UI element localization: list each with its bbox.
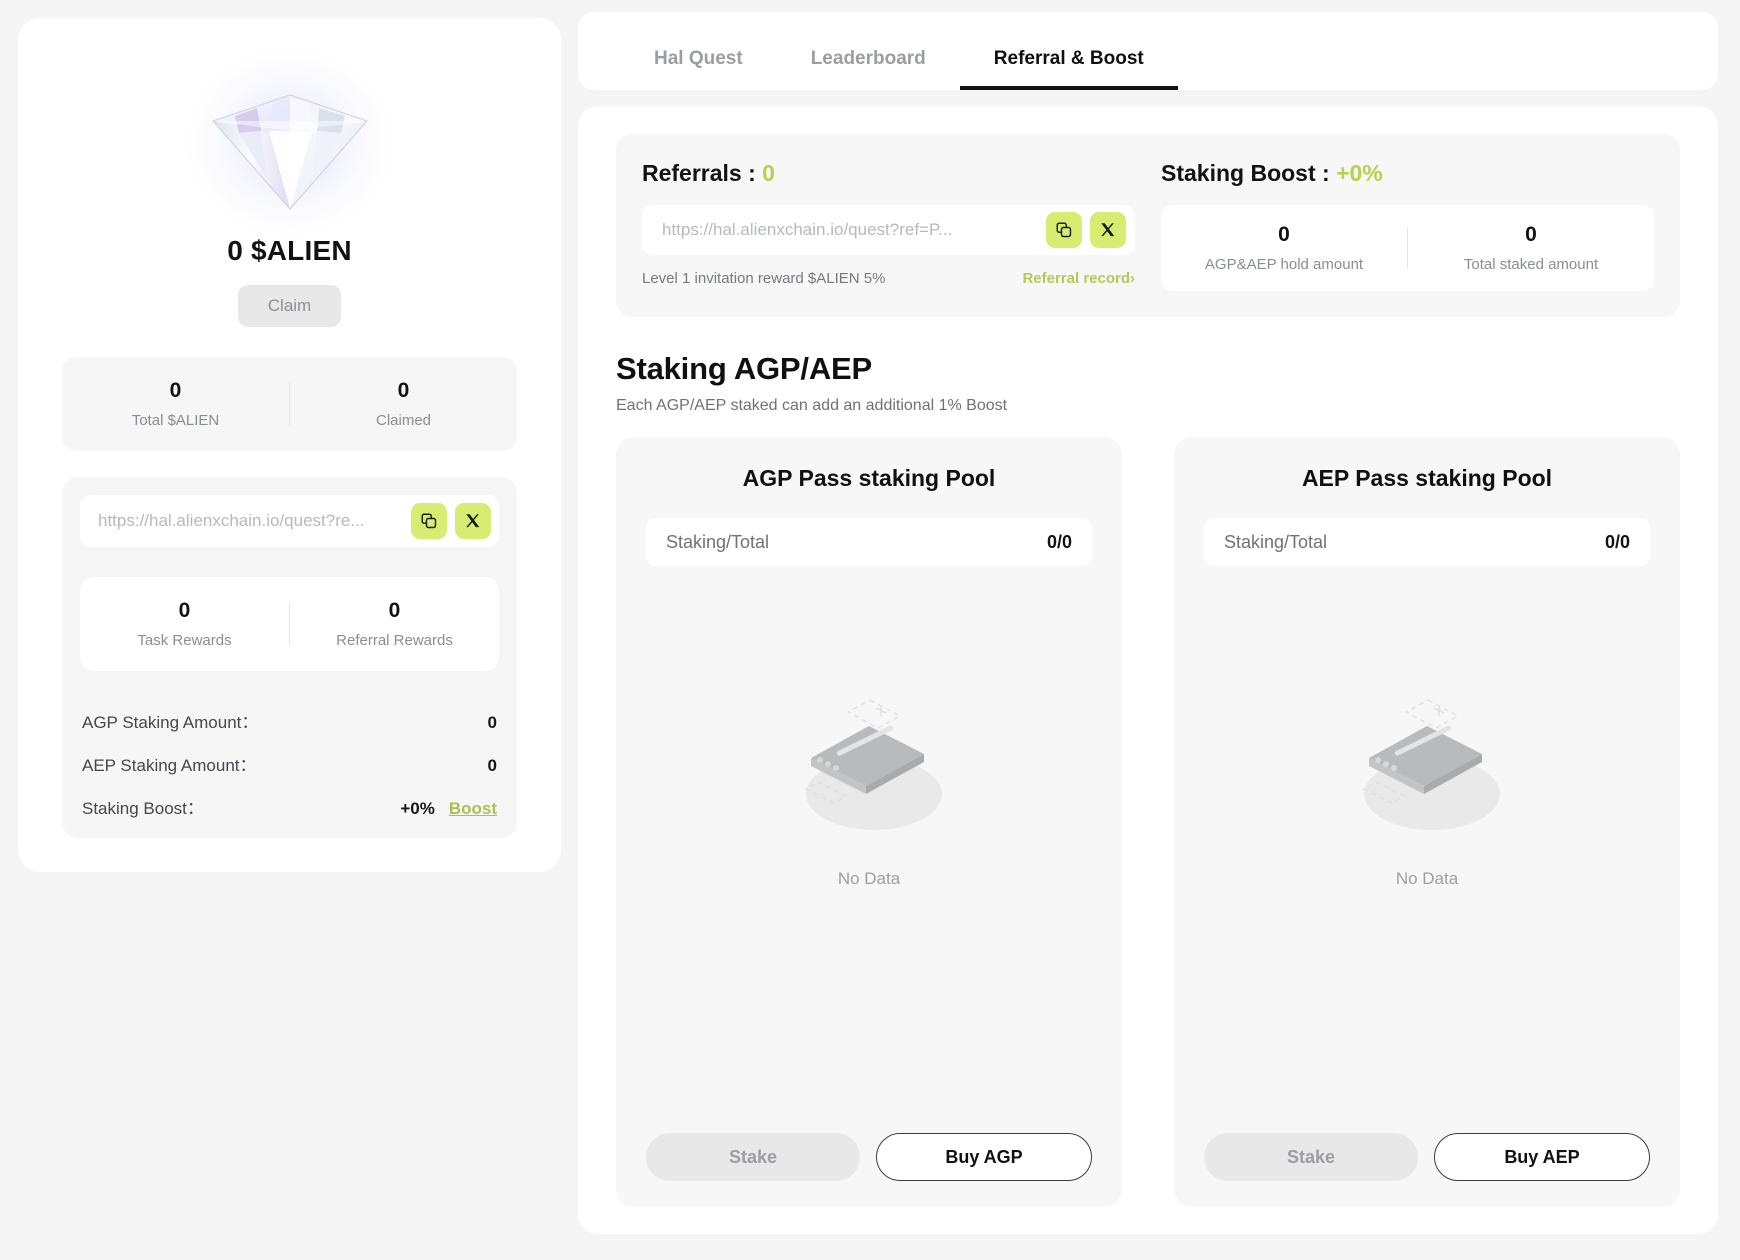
staking-boost-title-text: Staking Boost : (1161, 160, 1330, 186)
rewards-panel: 0 Task Rewards 0 Referral Rewards (80, 577, 499, 671)
stat-label: AGP&AEP hold amount (1204, 256, 1364, 273)
content-card: Referrals : 0 https://hal.alienxchain.io… (578, 106, 1718, 1234)
x-twitter-icon (465, 513, 481, 529)
alien-balance: 0 $ALIEN (227, 235, 352, 266)
stat-total-staked: 0 Total staked amount (1408, 223, 1654, 273)
stat-label: Task Rewards (137, 632, 232, 649)
tab-bar: Hal Quest Leaderboard Referral & Boost (578, 12, 1718, 90)
aep-staking-amount-row: AEP Staking Amount： 0 (82, 742, 497, 785)
stat-task-rewards: 0 Task Rewards (80, 599, 289, 649)
row-value: 0 (487, 713, 497, 732)
stat-value: 0 (397, 379, 410, 402)
stat-value: 0 (1278, 223, 1290, 246)
stat-label: Claimed (375, 412, 432, 429)
stat-referral-rewards: 0 Referral Rewards (290, 599, 499, 649)
copy-button[interactable] (1046, 212, 1082, 248)
agp-pool-card: AGP Pass staking Pool Staking/Total 0/0 (616, 437, 1122, 1207)
row-label: AEP Staking Amount： (82, 756, 257, 775)
empty-state: No Data (646, 566, 1092, 1133)
buy-agp-button[interactable]: Buy AGP (876, 1133, 1092, 1181)
pool-strip-value: 0/0 (1604, 531, 1630, 552)
referral-link-row: https://hal.alienxchain.io/quest?re... (80, 495, 499, 547)
app-root: 0 $ALIEN Claim 0 Total $ALIEN 0 Claimed … (0, 0, 1740, 1260)
aep-pool-card: AEP Pass staking Pool Staking/Total 0/0 (1174, 437, 1680, 1207)
pool-strip-label: Staking/Total (666, 531, 770, 552)
section-title: Staking AGP/AEP (616, 351, 872, 386)
pools-row: AGP Pass staking Pool Staking/Total 0/0 (616, 437, 1680, 1207)
referrals-section: Referrals : 0 https://hal.alienxchain.io… (642, 160, 1135, 291)
stat-hold-amount: 0 AGP&AEP hold amount (1161, 223, 1407, 273)
profile-card: 0 $ALIEN Claim 0 Total $ALIEN 0 Claimed … (18, 18, 561, 872)
section-subtitle: Each AGP/AEP staked can add an additiona… (616, 397, 1008, 414)
empty-label: No Data (837, 869, 901, 888)
copy-icon (1055, 221, 1073, 239)
copy-icon (420, 512, 438, 530)
referral-note: Level 1 invitation reward $ALIEN 5% (642, 270, 886, 287)
pool-title: AEP Pass staking Pool (1301, 465, 1553, 491)
stat-claimed: 0 Claimed (290, 379, 517, 429)
referral-link-input[interactable]: https://hal.alienxchain.io/quest?ref=P..… (662, 220, 1038, 240)
right-column: Hal Quest Leaderboard Referral & Boost R… (560, 0, 1740, 1260)
empty-box-icon (1332, 690, 1522, 855)
stat-label: Total staked amount (1463, 256, 1599, 273)
claim-row: Claim (62, 285, 517, 327)
boost-stats-panel: 0 AGP&AEP hold amount 0 Total staked amo… (1161, 205, 1654, 291)
referral-link-input[interactable]: https://hal.alienxchain.io/quest?re... (98, 511, 403, 531)
stat-value: 0 (1525, 223, 1537, 246)
empty-label: No Data (1395, 869, 1459, 888)
pool-title: AGP Pass staking Pool (742, 465, 996, 491)
row-label: AGP Staking Amount： (82, 713, 259, 732)
boost-link[interactable]: Boost (449, 799, 497, 818)
staking-amount-list: AGP Staking Amount： 0 AEP Staking Amount… (80, 693, 499, 828)
empty-state: No Data (1204, 566, 1650, 1133)
stat-value: 0 (178, 599, 191, 622)
boost-value: +0% (400, 799, 435, 818)
referral-record-link[interactable]: Referral record› (1022, 270, 1135, 287)
share-x-button[interactable] (1090, 212, 1126, 248)
referral-note-row: Level 1 invitation reward $ALIEN 5% Refe… (642, 270, 1135, 287)
buy-aep-button[interactable]: Buy AEP (1434, 1133, 1650, 1181)
stat-value: 0 (169, 379, 182, 402)
referrals-count: 0 (762, 160, 775, 186)
pool-actions: Stake Buy AEP (1204, 1133, 1650, 1181)
tab-referral-boost[interactable]: Referral & Boost (959, 49, 1178, 90)
x-twitter-icon (1100, 222, 1116, 238)
tab-hal-quest[interactable]: Hal Quest (620, 49, 777, 90)
staking-boost-row: Staking Boost： +0% Boost (82, 785, 497, 828)
staking-boost-value: +0% (1336, 160, 1383, 186)
referrals-title: Referrals : 0 (642, 160, 1135, 187)
tab-leaderboard[interactable]: Leaderboard (777, 49, 960, 90)
claim-button[interactable]: Claim (237, 285, 342, 327)
pool-strip-label: Staking/Total (1224, 531, 1328, 552)
alien-stats-panel: 0 Total $ALIEN 0 Claimed (62, 357, 517, 451)
gem-illustration (62, 44, 517, 239)
pool-strip-value: 0/0 (1046, 531, 1072, 552)
stake-button[interactable]: Stake (1204, 1133, 1418, 1181)
stat-value: 0 (388, 599, 401, 622)
referral-panel: https://hal.alienxchain.io/quest?re... 0… (62, 477, 517, 838)
referrals-title-text: Referrals : (642, 160, 756, 186)
row-value-group: +0% Boost (400, 799, 497, 819)
share-x-button[interactable] (455, 503, 491, 539)
referral-link-row: https://hal.alienxchain.io/quest?ref=P..… (642, 205, 1135, 255)
stat-label: Referral Rewards (336, 632, 453, 649)
row-label: Staking Boost： (82, 799, 204, 818)
row-value: 0 (487, 756, 497, 775)
left-column: 0 $ALIEN Claim 0 Total $ALIEN 0 Claimed … (0, 0, 561, 1260)
agp-staking-amount-row: AGP Staking Amount： 0 (82, 699, 497, 742)
stat-label: Total $ALIEN (131, 412, 220, 429)
pool-staking-total-row: Staking/Total 0/0 (646, 518, 1092, 566)
empty-box-icon (774, 690, 964, 855)
copy-button[interactable] (411, 503, 447, 539)
stat-total-alien: 0 Total $ALIEN (62, 379, 289, 429)
staking-boost-section: Staking Boost : +0% 0 AGP&AEP hold amoun… (1161, 160, 1654, 291)
staking-boost-title: Staking Boost : +0% (1161, 160, 1654, 187)
diamond-gem-icon (189, 51, 390, 232)
summary-panel: Referrals : 0 https://hal.alienxchain.io… (616, 134, 1680, 317)
pool-staking-total-row: Staking/Total 0/0 (1204, 518, 1650, 566)
pool-actions: Stake Buy AGP (646, 1133, 1092, 1181)
stake-button[interactable]: Stake (646, 1133, 860, 1181)
